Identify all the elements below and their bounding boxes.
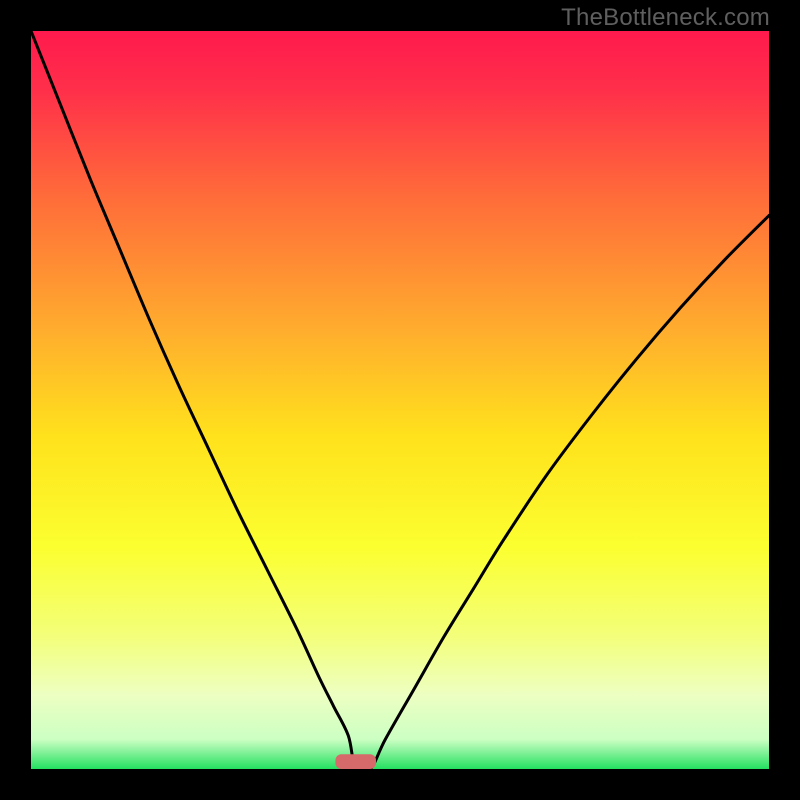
chart-frame: TheBottleneck.com bbox=[0, 0, 800, 800]
chart-svg bbox=[31, 31, 769, 769]
optimum-marker bbox=[335, 754, 376, 769]
gradient-background bbox=[31, 31, 769, 769]
plot-area bbox=[31, 31, 769, 769]
watermark-text: TheBottleneck.com bbox=[561, 4, 770, 32]
